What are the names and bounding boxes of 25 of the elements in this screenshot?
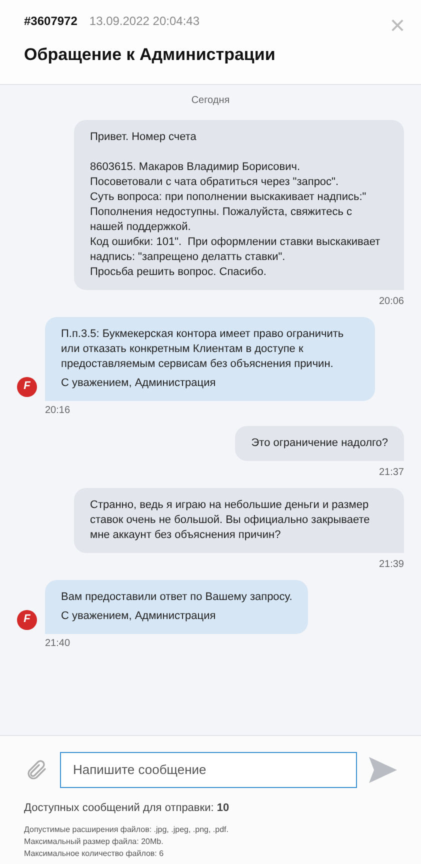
- close-button[interactable]: ×: [390, 12, 405, 38]
- message-text: Это ограничение надолго?: [251, 436, 388, 450]
- message-time: 21:39: [378, 558, 404, 572]
- ticket-id: #3607972: [24, 13, 78, 30]
- file-rule: Максимальное количество файлов: 6: [24, 848, 165, 860]
- message-time: 21:40: [45, 636, 70, 650]
- available-messages: Доступных сообщений для отправки: 10: [24, 800, 230, 816]
- ticket-datetime: 13.09.2022 20:04:43: [89, 13, 200, 30]
- message-time: 20:06: [378, 294, 404, 308]
- message-time: 21:37: [378, 466, 404, 480]
- day-separator: Сегодня: [191, 94, 230, 108]
- send-icon[interactable]: [369, 756, 397, 782]
- message-text: Странно, ведь я играю на небольшие деньги и размер ставок очень не большой. Вы официально закрываете мне аккаунт без объяснения причин?: [90, 498, 371, 542]
- avatar-logo-icon: F: [17, 376, 37, 396]
- message-text: П.п.3.5: Букмекерская контора имеет право ограничить или отказать конкретным Клиентам в доступе к предоставляемым сервисам без объяснения причин.: [61, 326, 345, 372]
- avatar-logo-icon: F: [17, 610, 37, 630]
- window-title: Обращение к Администрации: [24, 44, 276, 66]
- message-text: Привет. Номер счета 8603615. Макаров Владимир Борисович. Посоветовали с чата обратиться через "запрос". Суть вопроса: при пополнении выскакивает надпись:" Пополнения недоступны. Пожалуйста, свяжитесь с нашей поддержкой. Код ошибки: 101". При оформлении ставки выскакивает надпись: "запрещено делатть ставки". Просьба решить вопрос. Спасибо.: [90, 130, 382, 280]
- message-time: 20:16: [45, 404, 70, 418]
- file-rule: Допустимые расширения файлов: .jpg, .jpeg, .png, .pdf.: [24, 824, 230, 836]
- message-text: Вам предоставили ответ по Вашему запросу.: [61, 590, 292, 604]
- message-text: С уважением, Администрация: [61, 608, 217, 624]
- message-text: С уважением, Администрация: [61, 376, 217, 390]
- file-rule: Максимальный размер файла: 20Mb.: [24, 836, 164, 848]
- message-input[interactable]: Напишите сообщение: [60, 752, 357, 788]
